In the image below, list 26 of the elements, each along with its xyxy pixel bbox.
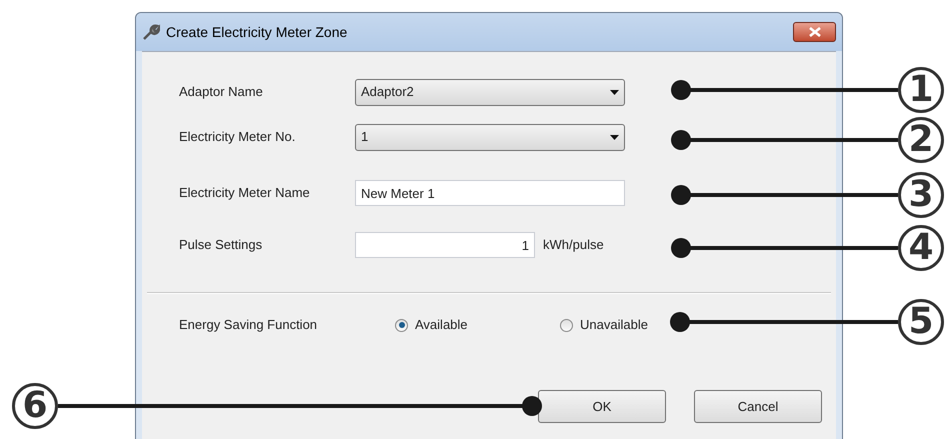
window-title: Create Electricity Meter Zone bbox=[166, 22, 348, 42]
radio-option[interactable]: Available bbox=[395, 315, 560, 335]
field-label: Adaptor Name bbox=[178, 83, 264, 102]
callout-number: 1 bbox=[898, 67, 944, 113]
dropdown[interactable]: 1 bbox=[355, 124, 625, 150]
unit-label: kWh/pulse bbox=[543, 236, 604, 254]
callout-number: 6 bbox=[12, 383, 58, 429]
close-button[interactable] bbox=[793, 22, 836, 42]
field-label: Electricity Meter Name bbox=[178, 184, 311, 202]
field-label: Electricity Meter No. bbox=[178, 128, 296, 146]
close-icon bbox=[808, 27, 820, 37]
dialog-button[interactable]: Cancel bbox=[694, 390, 822, 423]
dialog-button[interactable]: OK bbox=[538, 390, 666, 423]
wrench-icon bbox=[142, 23, 160, 41]
field-label: Energy Saving Function bbox=[178, 316, 318, 334]
callout-number: 3 bbox=[898, 172, 944, 218]
field-label: Pulse Settings bbox=[178, 236, 264, 254]
callout-number: 5 bbox=[898, 299, 944, 345]
dropdown-arrow-icon bbox=[610, 134, 619, 140]
text-field[interactable]: 1 bbox=[355, 232, 535, 258]
dropdown[interactable]: Adaptor2 bbox=[355, 78, 625, 106]
callout-number: 2 bbox=[898, 117, 944, 163]
dropdown-arrow-icon bbox=[610, 90, 619, 94]
text-field[interactable]: New Meter 1 bbox=[355, 180, 625, 206]
radio-option[interactable]: Unavailable bbox=[560, 315, 648, 335]
callout-number: 4 bbox=[898, 225, 944, 271]
